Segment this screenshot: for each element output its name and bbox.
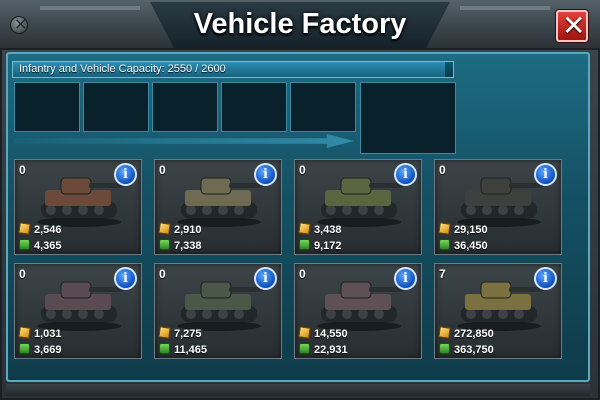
- info-button[interactable]: i: [254, 163, 277, 186]
- oil-barrel-icon: [439, 239, 450, 250]
- unit-card-heavy-tank[interactable]: 0 i 29,150 36,450: [434, 159, 562, 255]
- oil-cost-value: 22,931: [314, 344, 348, 356]
- oil-cost-value: 7,338: [174, 240, 202, 252]
- oil-barrel-icon: [159, 343, 170, 354]
- queue-slot[interactable]: [152, 82, 218, 132]
- queue-slot-current[interactable]: [360, 82, 456, 154]
- gold-cost: 2,910: [158, 222, 202, 236]
- capacity-bar: Infantry and Vehicle Capacity: 2550 / 26…: [12, 61, 454, 78]
- capacity-label: Infantry and Vehicle Capacity: 2550 / 26…: [19, 63, 226, 75]
- info-button[interactable]: i: [114, 163, 137, 186]
- unit-count: 0: [299, 163, 306, 177]
- unit-count: 7: [439, 267, 446, 281]
- gold-cost-value: 29,150: [454, 224, 488, 236]
- gold-nugget-icon: [18, 222, 31, 235]
- gold-cost-value: 2,546: [34, 224, 62, 236]
- unit-count: 0: [19, 163, 26, 177]
- unit-count: 0: [159, 163, 166, 177]
- info-icon: i: [123, 167, 128, 182]
- unit-card-light-tank[interactable]: 0 i 2,546 4,365: [14, 159, 142, 255]
- oil-cost: 7,338: [159, 239, 202, 252]
- info-icon: i: [263, 167, 268, 182]
- oil-barrel-icon: [299, 239, 310, 250]
- info-button[interactable]: i: [534, 163, 557, 186]
- gold-nugget-icon: [438, 326, 451, 339]
- unit-card-mech-walker[interactable]: 7 i 272,850 363,750: [434, 263, 562, 359]
- oil-cost: 363,750: [439, 343, 494, 356]
- bottom-frame: [6, 384, 590, 396]
- oil-barrel-icon: [19, 239, 30, 250]
- gold-nugget-icon: [438, 222, 451, 235]
- oil-cost-value: 9,172: [314, 240, 342, 252]
- oil-cost-value: 11,465: [174, 344, 208, 356]
- close-x-icon: ✕: [562, 9, 586, 42]
- unit-count: 0: [19, 267, 26, 281]
- gold-cost: 7,275: [158, 326, 202, 340]
- queue-slot[interactable]: [14, 82, 80, 132]
- queue-slot[interactable]: [290, 82, 356, 132]
- unit-card-battle-tank[interactable]: 0 i 7,275 11,465: [154, 263, 282, 359]
- info-icon: i: [263, 271, 268, 286]
- info-button[interactable]: i: [114, 267, 137, 290]
- unit-count: 0: [159, 267, 166, 281]
- gold-cost: 1,031: [18, 326, 62, 340]
- gold-nugget-icon: [298, 222, 311, 235]
- info-icon: i: [543, 167, 548, 182]
- gold-nugget-icon: [18, 326, 31, 339]
- info-button[interactable]: i: [534, 267, 557, 290]
- oil-barrel-icon: [19, 343, 30, 354]
- oil-barrel-icon: [299, 343, 310, 354]
- gold-cost: 29,150: [438, 222, 488, 236]
- oil-cost-value: 363,750: [454, 344, 494, 356]
- oil-cost: 22,931: [299, 343, 348, 356]
- oil-cost: 36,450: [439, 239, 488, 252]
- gold-nugget-icon: [158, 326, 171, 339]
- oil-cost-value: 3,669: [34, 344, 62, 356]
- gold-cost-value: 272,850: [454, 328, 494, 340]
- title-bar: Vehicle Factory ✕: [0, 0, 600, 50]
- bolt-icon: [10, 14, 28, 34]
- oil-cost: 11,465: [159, 343, 207, 356]
- queue-slot[interactable]: [83, 82, 149, 132]
- unit-count: 0: [299, 267, 306, 281]
- info-icon: i: [543, 271, 548, 286]
- queue-slot[interactable]: [221, 82, 287, 132]
- title-bar-stripe: [460, 6, 550, 10]
- window-title: Vehicle Factory: [193, 8, 407, 40]
- unit-card-armored-car[interactable]: 0 i 1,031 3,669: [14, 263, 142, 359]
- gold-cost: 3,438: [298, 222, 342, 236]
- oil-barrel-icon: [159, 239, 170, 250]
- gold-cost-value: 14,550: [314, 328, 348, 340]
- gold-cost-value: 3,438: [314, 224, 342, 236]
- info-button[interactable]: i: [394, 163, 417, 186]
- oil-cost-value: 36,450: [454, 240, 488, 252]
- oil-cost-value: 4,365: [34, 240, 62, 252]
- unit-card-rocket-tank[interactable]: 0 i 3,438 9,172: [294, 159, 422, 255]
- unit-card-scout-tank[interactable]: 0 i 2,910 7,338: [154, 159, 282, 255]
- gold-nugget-icon: [298, 326, 311, 339]
- gold-cost: 2,546: [18, 222, 62, 236]
- oil-cost: 3,669: [19, 343, 62, 356]
- oil-cost: 4,365: [19, 239, 62, 252]
- gold-nugget-icon: [158, 222, 171, 235]
- unit-count: 0: [439, 163, 446, 177]
- gold-cost: 14,550: [298, 326, 348, 340]
- info-icon: i: [403, 167, 408, 182]
- oil-barrel-icon: [439, 343, 450, 354]
- gold-cost-value: 7,275: [174, 328, 202, 340]
- info-button[interactable]: i: [394, 267, 417, 290]
- gold-cost-value: 2,910: [174, 224, 202, 236]
- info-icon: i: [123, 271, 128, 286]
- title-bar-stripe: [40, 6, 140, 10]
- oil-cost: 9,172: [299, 239, 342, 252]
- info-button[interactable]: i: [254, 267, 277, 290]
- close-button[interactable]: ✕: [556, 9, 588, 42]
- unit-card-medium-tank[interactable]: 0 i 14,550 22,931: [294, 263, 422, 359]
- gold-cost-value: 1,031: [34, 328, 62, 340]
- info-icon: i: [403, 271, 408, 286]
- gold-cost: 272,850: [438, 326, 494, 340]
